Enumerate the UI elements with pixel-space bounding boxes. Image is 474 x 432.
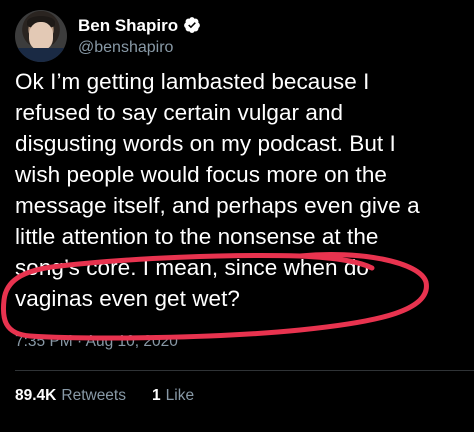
tweet-stats: 89.4K Retweets 1 Like [15,386,220,406]
tweet-header: Ben Shapiro @benshapiro [15,10,201,62]
tweet-text-line: message itself, and perhaps even give a [15,193,420,218]
likes-count: 1 [152,387,161,404]
tweet-text-line: wish people would focus more on the [15,162,387,187]
name-row: Ben Shapiro [78,15,201,36]
tweet-text-line: song’s core. I mean, since when do [15,255,369,280]
tweet-timestamp[interactable]: 7:35 PM · Aug 10, 2020 [15,332,178,352]
retweets-stat[interactable]: 89.4K Retweets [15,386,126,406]
retweets-label: Retweets [61,387,126,404]
verified-badge-icon [183,16,201,34]
tweet-text-line: disgusting words on my podcast. But I [15,131,396,156]
tweet-text-line: refused to say certain vulgar and [15,100,344,125]
retweets-count: 89.4K [15,387,57,404]
tweet-card: Ben Shapiro @benshapiro Ok I’m getting l… [0,0,474,432]
display-name[interactable]: Ben Shapiro [78,15,178,36]
tweet-text-line: Ok I’m getting lambasted because I [15,69,370,94]
likes-label: Like [165,387,195,404]
tweet-text-line: vaginas even get wet? [15,286,240,311]
likes-stat[interactable]: 1 Like [152,386,194,406]
author-names: Ben Shapiro @benshapiro [78,15,201,58]
avatar[interactable] [15,10,67,62]
tweet-text: Ok I’m getting lambasted because I refus… [15,66,467,314]
tweet-text-line: little attention to the nonsense at the [15,224,379,249]
divider [15,370,474,371]
author-handle[interactable]: @benshapiro [78,38,201,58]
